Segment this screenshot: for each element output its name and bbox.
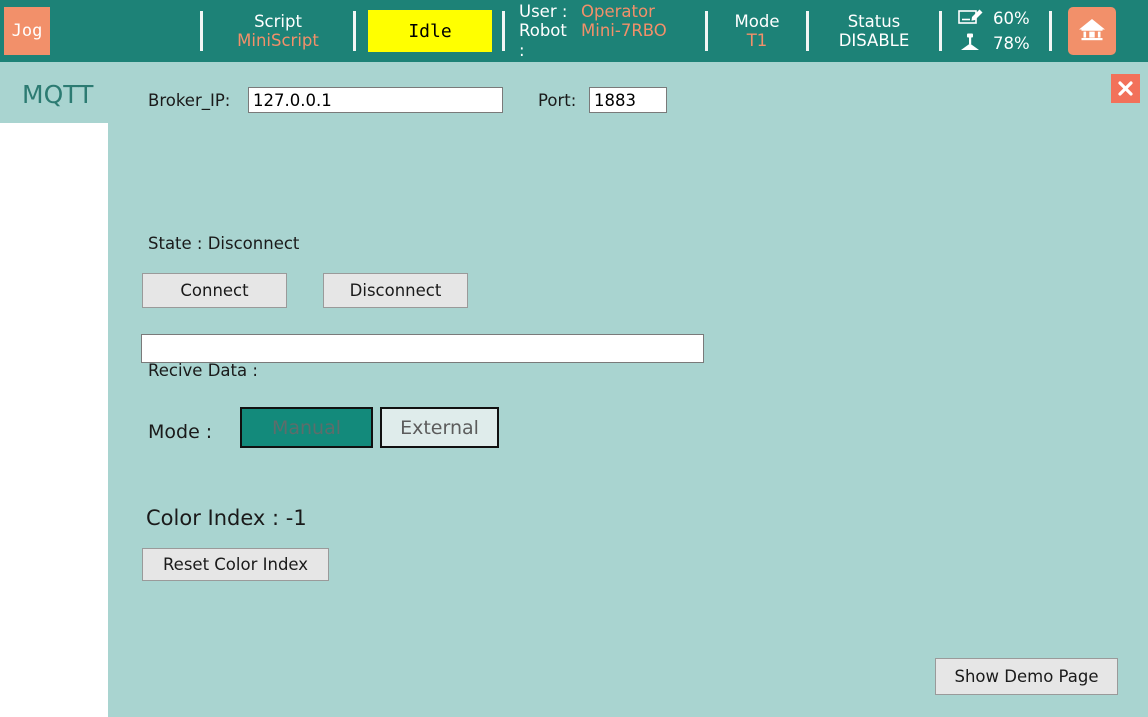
reset-color-index-button[interactable]: Reset Color Index — [142, 548, 329, 581]
user-row: User : Operator — [519, 2, 655, 21]
receive-data-label: Recive Data : — [148, 361, 258, 380]
status-value: DISABLE — [838, 31, 910, 50]
mode-option-external[interactable]: External — [380, 407, 499, 448]
script-info: Script MiniScript — [203, 12, 353, 51]
robot-row: Robot : Mini-7RBO — [519, 21, 667, 60]
user-label: User : — [519, 1, 568, 21]
robot-state-badge: Idle — [368, 10, 492, 52]
port-label: Port: — [538, 91, 577, 110]
mode-option-external-label: External — [400, 416, 479, 439]
mqtt-page: MQTT Broker_IP: Port: State : Disconnect… — [0, 62, 1148, 717]
connect-button[interactable]: Connect — [142, 273, 287, 308]
home-button[interactable] — [1068, 7, 1116, 55]
connect-button-label: Connect — [180, 281, 249, 300]
broker-ip-label: Broker_IP: — [148, 91, 231, 110]
speed-override-value: 60% — [993, 9, 1030, 28]
mode-value: T1 — [746, 31, 768, 50]
user-robot-info: User : Operator Robot : Mini-7RBO — [505, 2, 705, 60]
port-input[interactable] — [589, 87, 667, 113]
override-meters: 60% 78% — [958, 8, 1035, 55]
mode-label: Mode : — [148, 421, 213, 443]
jog-button[interactable]: Jog — [4, 7, 50, 55]
mode-option-manual-label: Manual — [271, 416, 342, 439]
mode-title: Mode — [734, 11, 780, 31]
script-title: Script — [254, 11, 302, 31]
robot-override-row: 78% — [958, 33, 1035, 55]
speed-override-row: 60% — [958, 8, 1035, 30]
close-icon — [1116, 79, 1135, 98]
show-demo-page-label: Show Demo Page — [954, 667, 1099, 686]
close-button[interactable] — [1111, 74, 1140, 103]
status-bar: Jog Script MiniScript Idle User : Operat… — [0, 0, 1148, 62]
speed-override-icon — [958, 8, 984, 30]
receive-data-input[interactable] — [141, 334, 704, 363]
separator — [1049, 11, 1052, 51]
page-title: MQTT — [22, 80, 94, 109]
show-demo-page-button[interactable]: Show Demo Page — [935, 658, 1118, 695]
status-info: Status DISABLE — [809, 12, 939, 51]
robot-override-value: 78% — [993, 34, 1030, 53]
mode-info: Mode T1 — [708, 12, 806, 51]
disconnect-button[interactable]: Disconnect — [323, 273, 468, 308]
color-index-text: Color Index : -1 — [146, 506, 307, 530]
script-value: MiniScript — [237, 31, 319, 50]
connection-state-text: State : Disconnect — [148, 234, 300, 253]
side-panel — [0, 123, 108, 717]
robot-state-label: Idle — [408, 20, 452, 42]
robot-value: Mini-7RBO — [581, 21, 667, 41]
separator — [939, 11, 942, 51]
status-title: Status — [847, 11, 901, 31]
separator — [353, 11, 356, 51]
broker-ip-input[interactable] — [248, 87, 503, 113]
mode-option-manual[interactable]: Manual — [240, 407, 373, 448]
disconnect-button-label: Disconnect — [349, 281, 442, 300]
user-value: Operator — [581, 1, 655, 21]
reset-color-index-label: Reset Color Index — [162, 555, 309, 574]
jog-label: Jog — [11, 21, 43, 41]
robot-label: Robot : — [519, 21, 567, 60]
home-icon — [1077, 15, 1107, 47]
robot-arm-icon — [958, 33, 984, 55]
